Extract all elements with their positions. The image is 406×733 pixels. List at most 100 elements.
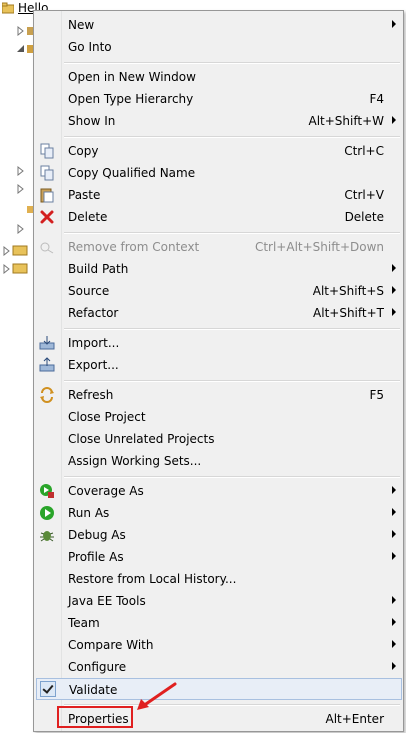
collapse-arrow-icon[interactable] (16, 44, 26, 54)
menu-item-label: Profile As (68, 550, 124, 564)
menu-item-refresh[interactable]: Refresh F5 (35, 384, 402, 406)
menu-item-run-as[interactable]: Run As (35, 502, 402, 524)
menu-item-label: Validate (69, 683, 118, 697)
menu-item-import[interactable]: Import... (35, 332, 402, 354)
menu-item-show-in[interactable]: Show In Alt+Shift+W (35, 110, 402, 132)
menu-item-restore-local-history[interactable]: Restore from Local History... (35, 568, 402, 590)
menu-item-remove-from-context: Remove from Context Ctrl+Alt+Shift+Down (35, 236, 402, 258)
submenu-arrow-icon (392, 552, 396, 560)
menu-item-label: Refresh (68, 388, 114, 402)
menu-item-java-ee-tools[interactable]: Java EE Tools (35, 590, 402, 612)
expand-arrow-icon[interactable] (2, 246, 12, 256)
menu-item-label: Copy Qualified Name (68, 166, 196, 180)
menu-item-label: Source (68, 284, 110, 298)
submenu-arrow-icon (392, 286, 396, 294)
export-icon (39, 357, 55, 372)
menu-separator (64, 380, 400, 382)
annotation-highlight-box (57, 706, 133, 728)
open-folder-icon (12, 263, 28, 274)
menu-separator (64, 328, 400, 330)
menu-item-label: Debug As (68, 528, 126, 542)
menu-item-source[interactable]: Source Alt+Shift+S (35, 280, 402, 302)
menu-item-export[interactable]: Export... (35, 354, 402, 376)
menu-separator (64, 62, 400, 64)
expand-arrow-icon[interactable] (16, 184, 26, 194)
menu-item-debug-as[interactable]: Debug As (35, 524, 402, 546)
menu-item-shortcut: Alt+Enter (325, 712, 384, 726)
menu-item-label: Delete (68, 210, 108, 224)
submenu-arrow-icon (392, 530, 396, 538)
delete-icon (40, 210, 54, 224)
menu-item-label: Close Unrelated Projects (68, 432, 215, 446)
submenu-arrow-icon (392, 116, 396, 124)
menu-item-copy[interactable]: Copy Ctrl+C (35, 140, 402, 162)
menu-item-shortcut: Alt+Shift+T (313, 306, 384, 320)
menu-item-build-path[interactable]: Build Path (35, 258, 402, 280)
copy-icon (40, 143, 54, 159)
menu-item-copy-qualified-name[interactable]: Copy Qualified Name (35, 162, 402, 184)
paste-icon (40, 188, 54, 203)
checkmark-icon (40, 681, 56, 697)
menu-item-team[interactable]: Team (35, 612, 402, 634)
run-icon (40, 506, 54, 520)
menu-item-shortcut: F4 (369, 92, 384, 106)
debug-icon (40, 531, 54, 542)
menu-item-label: Show In (68, 114, 116, 128)
copy-qualified-name-icon (40, 165, 54, 181)
menu-item-profile-as[interactable]: Profile As (35, 546, 402, 568)
submenu-arrow-icon (392, 264, 396, 272)
menu-item-refactor[interactable]: Refactor Alt+Shift+T (35, 302, 402, 324)
submenu-arrow-icon (392, 20, 396, 28)
menu-item-shortcut: F5 (369, 388, 384, 402)
menu-item-label: Open in New Window (68, 70, 196, 84)
project-folder-icon (2, 2, 14, 14)
import-icon (39, 336, 55, 350)
menu-item-label: Assign Working Sets... (68, 454, 202, 468)
annotation-arrow-icon (137, 682, 177, 710)
menu-item-configure[interactable]: Configure (35, 656, 402, 678)
menu-item-label: Configure (68, 660, 127, 674)
expand-arrow-icon[interactable] (16, 26, 26, 36)
menu-item-compare-with[interactable]: Compare With (35, 634, 402, 656)
menu-item-go-into[interactable]: Go Into (35, 36, 402, 58)
menu-item-label: Restore from Local History... (68, 572, 237, 586)
menu-item-label: Open Type Hierarchy (68, 92, 194, 106)
menu-item-label: Build Path (68, 262, 129, 276)
menu-item-close-unrelated-projects[interactable]: Close Unrelated Projects (35, 428, 402, 450)
menu-item-assign-working-sets[interactable]: Assign Working Sets... (35, 450, 402, 472)
menu-item-label: Refactor (68, 306, 119, 320)
menu-item-label: Coverage As (68, 484, 144, 498)
menu-item-new[interactable]: New (35, 14, 402, 36)
menu-item-label: Go Into (68, 40, 112, 54)
menu-item-paste[interactable]: Paste Ctrl+V (35, 184, 402, 206)
menu-item-shortcut: Ctrl+V (344, 188, 384, 202)
refresh-icon (40, 387, 54, 403)
expand-arrow-icon[interactable] (16, 224, 26, 234)
menu-item-validate[interactable]: Validate (36, 678, 402, 700)
submenu-arrow-icon (392, 508, 396, 516)
menu-item-label: Compare With (68, 638, 154, 652)
menu-item-open-new-window[interactable]: Open in New Window (35, 66, 402, 88)
menu-item-shortcut: Ctrl+C (344, 144, 384, 158)
menu-item-label: Copy (68, 144, 99, 158)
menu-item-label: Import... (68, 336, 120, 350)
menu-item-label: Run As (68, 506, 110, 520)
menu-item-close-project[interactable]: Close Project (35, 406, 402, 428)
menu-item-open-type-hierarchy[interactable]: Open Type Hierarchy F4 (35, 88, 402, 110)
menu-item-label: Remove from Context (68, 240, 200, 254)
menu-item-shortcut: Ctrl+Alt+Shift+Down (254, 240, 384, 254)
expand-arrow-icon[interactable] (16, 166, 26, 176)
menu-item-shortcut: Delete (344, 210, 384, 224)
submenu-arrow-icon (392, 662, 396, 670)
submenu-arrow-icon (392, 640, 396, 648)
submenu-arrow-icon (392, 486, 396, 494)
submenu-arrow-icon (392, 618, 396, 626)
menu-item-label: Close Project (68, 410, 146, 424)
expand-arrow-icon[interactable] (2, 264, 12, 274)
menu-separator (64, 476, 400, 478)
menu-item-shortcut: Alt+Shift+W (308, 114, 385, 128)
coverage-icon (40, 484, 54, 498)
menu-item-delete[interactable]: Delete Delete (35, 206, 402, 228)
menu-item-coverage-as[interactable]: Coverage As (35, 480, 402, 502)
open-folder-icon (12, 245, 28, 256)
